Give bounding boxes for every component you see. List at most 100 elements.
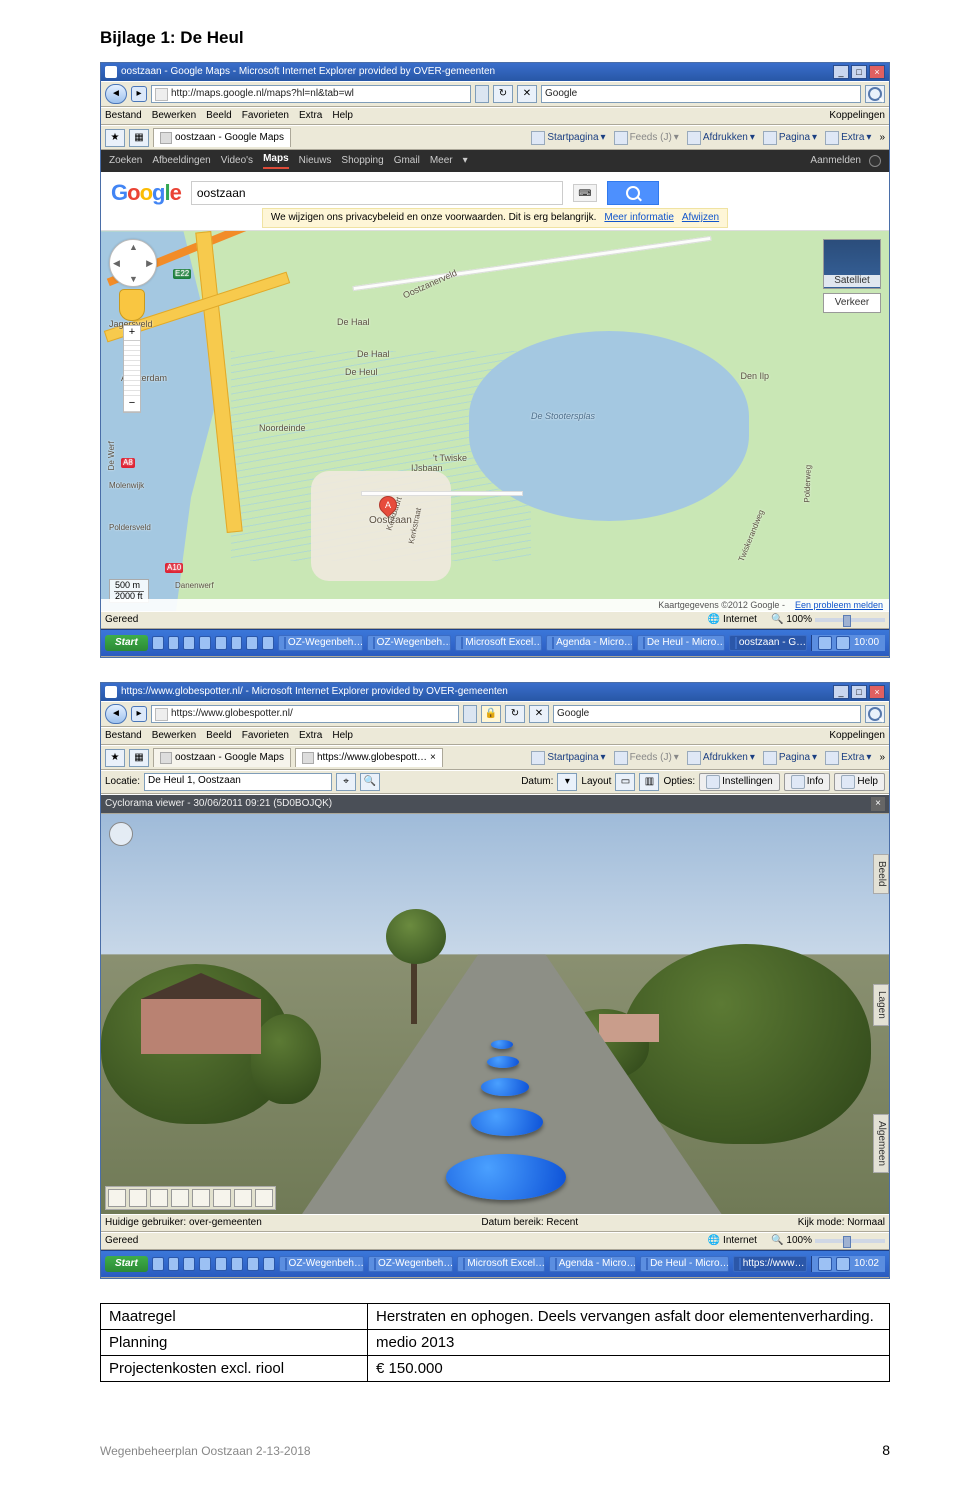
taskbar-button-active[interactable]: https://www… (733, 1256, 807, 1272)
nav-item[interactable]: Afbeeldingen (152, 155, 210, 167)
nav-item[interactable]: Shopping (341, 155, 383, 167)
start-button[interactable]: Start (105, 1256, 148, 1272)
menu-item[interactable]: Bestand (105, 110, 142, 122)
menu-item[interactable]: Beeld (206, 110, 232, 122)
nav-item[interactable]: Meer (430, 155, 453, 167)
toolbar-overflow[interactable]: » (879, 132, 885, 144)
tool-icon[interactable] (108, 1189, 126, 1207)
tool-icon[interactable] (213, 1189, 231, 1207)
search-go-button[interactable] (865, 85, 885, 103)
refresh-button[interactable]: ↻ (493, 85, 513, 103)
quick-launch-icon[interactable] (152, 1257, 164, 1271)
quick-launch-icon[interactable] (263, 1257, 275, 1271)
zoom-slider[interactable] (815, 618, 885, 622)
layout-2[interactable]: ▥ (639, 773, 659, 791)
tray-icon[interactable] (836, 636, 850, 650)
browser-tab[interactable]: oostzaan - Google Maps (153, 748, 291, 767)
forward-button[interactable]: ▸ (131, 86, 147, 102)
location-input[interactable]: De Heul 1, Oostzaan (144, 773, 332, 791)
print-button[interactable]: Afdrukken ▾ (687, 751, 755, 765)
taskbar-button-active[interactable]: oostzaan - G… (729, 635, 807, 651)
minimize-button[interactable]: _ (833, 65, 849, 79)
settings-button[interactable]: Instellingen (699, 773, 780, 791)
feeds-button[interactable]: Feeds (J) ▾ (614, 751, 679, 765)
favorites-button[interactable]: ★ (105, 749, 125, 767)
quick-launch-icon[interactable] (199, 636, 211, 650)
taskbar-button[interactable]: OZ-Wegenbeh… (279, 1256, 364, 1272)
traffic-toggle[interactable]: Verkeer (823, 293, 881, 313)
browser-search-input[interactable]: Google (553, 705, 861, 723)
browser-search-input[interactable]: Google (541, 85, 861, 103)
menu-koppelingen[interactable]: Koppelingen (829, 730, 885, 742)
menu-item[interactable]: Bestand (105, 730, 142, 742)
taskbar-button[interactable]: OZ-Wegenbeh… (278, 635, 363, 651)
report-problem-link[interactable]: Een probleem melden (795, 600, 883, 611)
taskbar-button[interactable]: De Heul - Micro… (637, 635, 725, 651)
zoom-out-button[interactable]: − (124, 397, 140, 412)
tool-icon[interactable] (192, 1189, 210, 1207)
search-button[interactable]: 🔍 (360, 773, 380, 791)
side-tab-beeld[interactable]: Beeld (873, 854, 889, 894)
cyclorama-viewer[interactable]: Beeld Lagen Algemeen (101, 814, 889, 1214)
maximize-button[interactable]: □ (851, 65, 867, 79)
favorites-button[interactable]: ★ (105, 129, 125, 147)
compass-icon[interactable] (109, 822, 133, 846)
forward-button[interactable]: ▸ (131, 706, 147, 722)
tool-icon[interactable] (255, 1189, 273, 1207)
minimize-button[interactable]: _ (833, 685, 849, 699)
quick-launch-icon[interactable] (183, 1257, 195, 1271)
privacy-dismiss-link[interactable]: Afwijzen (682, 212, 719, 224)
taskbar-button[interactable]: Agenda - Micro… (546, 635, 633, 651)
info-button[interactable]: Info (784, 773, 831, 791)
zoom-slider[interactable] (124, 341, 140, 397)
side-tab-lagen[interactable]: Lagen (873, 984, 889, 1026)
date-dropdown[interactable]: ▾ (557, 773, 577, 791)
toolbar-overflow[interactable]: » (879, 752, 885, 764)
url-dropdown[interactable] (475, 85, 489, 103)
browser-tab-active[interactable]: https://www.globespott… × (295, 748, 443, 767)
add-tab-button[interactable]: ▦ (129, 129, 149, 147)
quick-launch-icon[interactable] (168, 1257, 180, 1271)
refresh-button[interactable]: ↻ (505, 705, 525, 723)
back-button[interactable]: ◄ (105, 84, 127, 104)
cyclorama-close-button[interactable]: × (871, 797, 885, 811)
menu-item[interactable]: Favorieten (242, 730, 289, 742)
help-button[interactable]: Help (834, 773, 885, 791)
stop-button[interactable]: ✕ (529, 705, 549, 723)
maps-search-button[interactable] (607, 181, 659, 205)
quick-launch-icon[interactable] (231, 636, 243, 650)
nav-item[interactable]: Gmail (394, 155, 420, 167)
feeds-button[interactable]: Feeds (J) ▾ (614, 131, 679, 145)
start-button[interactable]: Start (105, 635, 148, 651)
taskbar-button[interactable]: Agenda - Micro… (549, 1256, 636, 1272)
nav-item-active[interactable]: Maps (263, 153, 289, 169)
quick-launch-icon[interactable] (215, 636, 227, 650)
add-tab-button[interactable]: ▦ (129, 749, 149, 767)
taskbar-button[interactable]: Microsoft Excel… (455, 635, 542, 651)
tool-icon[interactable] (171, 1189, 189, 1207)
tray-icon[interactable] (836, 1257, 850, 1271)
tray-icon[interactable] (818, 1257, 832, 1271)
quick-launch-icon[interactable] (231, 1257, 243, 1271)
maps-search-input[interactable]: oostzaan (191, 181, 563, 205)
quick-launch-icon[interactable] (168, 636, 180, 650)
home-button[interactable]: Startpagina ▾ (531, 751, 605, 765)
taskbar-button[interactable]: OZ-Wegenbeh… (368, 1256, 453, 1272)
signin-link[interactable]: Aanmelden (810, 155, 861, 167)
quick-launch-icon[interactable] (262, 636, 274, 650)
pegman-icon[interactable] (119, 289, 145, 321)
tab-close-icon[interactable]: × (430, 752, 436, 764)
menu-item[interactable]: Help (332, 730, 353, 742)
menu-item[interactable]: Beeld (206, 730, 232, 742)
url-dropdown[interactable] (463, 705, 477, 723)
map-canvas[interactable]: Oostzanerveld De Haal De Haal De Heul De… (101, 230, 889, 611)
locate-button[interactable]: ⌖ (336, 773, 356, 791)
nav-item[interactable]: Video's (221, 155, 253, 167)
quick-launch-icon[interactable] (199, 1257, 211, 1271)
menu-item[interactable]: Bewerken (152, 110, 196, 122)
maximize-button[interactable]: □ (851, 685, 867, 699)
quick-launch-icon[interactable] (215, 1257, 227, 1271)
home-button[interactable]: Startpagina ▾ (531, 131, 605, 145)
side-tab-algemeen[interactable]: Algemeen (873, 1114, 889, 1173)
menu-item[interactable]: Help (332, 110, 353, 122)
